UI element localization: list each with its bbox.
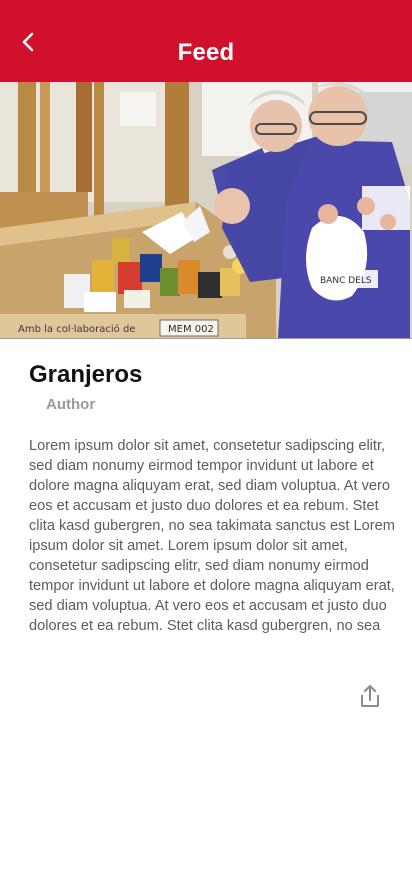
page-title: Feed: [177, 39, 235, 66]
hero-box-tag: MEM 002: [168, 324, 214, 335]
hero-photo: Amb la col·laboració de MEM 002 BANC DEL…: [0, 82, 412, 338]
app-header: Feed: [0, 0, 412, 82]
hero-image: Amb la col·laboració de MEM 002 BANC DEL…: [0, 82, 412, 339]
post-title: Granjeros: [29, 361, 143, 388]
post-content: Granjeros Author Lorem ipsum dolor sit a…: [29, 358, 399, 636]
hero-box-text: Amb la col·laboració de: [18, 323, 135, 335]
share-icon: [358, 683, 382, 709]
post-body: Lorem ipsum dolor sit amet, consetetur s…: [29, 438, 395, 634]
post-author: Author: [46, 396, 96, 413]
share-button[interactable]: [356, 682, 384, 710]
hero-vest-text: BANC DELS: [320, 276, 372, 286]
